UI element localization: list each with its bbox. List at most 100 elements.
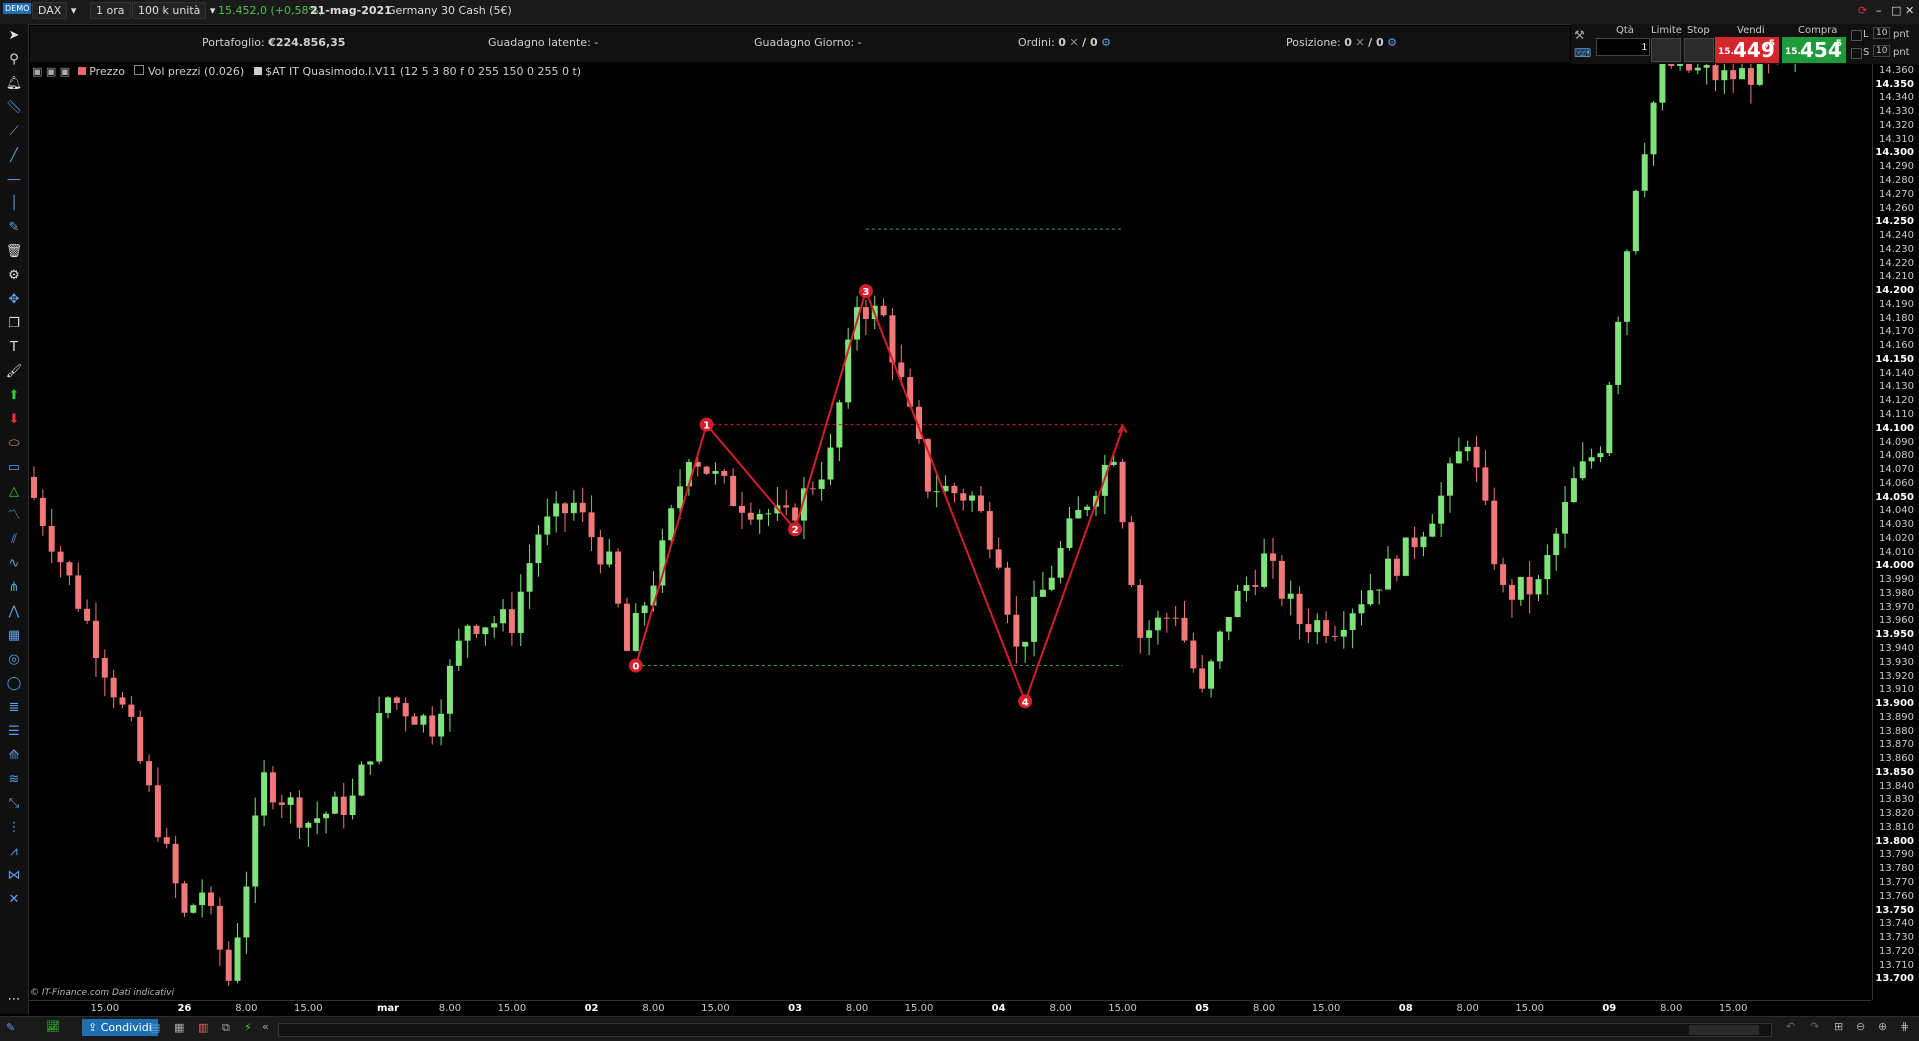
pattern-icon[interactable]: ⩘	[5, 844, 23, 860]
candle-body	[163, 837, 170, 844]
quasimodo-pattern-line[interactable]	[634, 288, 1124, 705]
redo-icon[interactable]: ↷	[1810, 1020, 1819, 1033]
position-info[interactable]: Posizione: 0 ✕ / 0 ⚙	[1286, 36, 1397, 49]
fan-icon[interactable]: ⋀	[5, 604, 23, 620]
candle-body	[1694, 67, 1701, 71]
tools-icon[interactable]: ⚒	[1574, 28, 1585, 42]
zoom-fit-icon[interactable]: ⊞	[1834, 1020, 1843, 1033]
brush-icon[interactable]: 🖌︎	[5, 364, 23, 380]
qty-input[interactable]	[1596, 38, 1650, 56]
chart-type-icon[interactable]: 📈︎	[46, 1020, 60, 1033]
pencil-icon[interactable]: ✎	[5, 220, 23, 236]
zoom-icon[interactable]: ⚲	[5, 52, 23, 68]
s-unit: pnt	[1893, 47, 1910, 58]
xabcd-icon[interactable]: ✕	[5, 892, 23, 908]
maximize-icon[interactable]: □	[1891, 4, 1901, 17]
fib-extension-icon[interactable]: ☰	[5, 724, 23, 740]
spiral-icon[interactable]: ◎	[5, 652, 23, 668]
legend-volume[interactable]: Vol prezzi (0.026)	[148, 65, 244, 78]
scroll-left-icon[interactable]: «	[262, 1020, 269, 1033]
time-tick: 8.00	[642, 1003, 665, 1014]
rectangle-icon[interactable]: ▭	[5, 460, 23, 476]
candle-body	[278, 802, 285, 805]
scrollbar-thumb[interactable]	[1689, 1025, 1759, 1035]
line-icon[interactable]: ╱	[5, 148, 23, 164]
legend-indicator[interactable]: $AT IT Quasimodo.I.V11 (12 5 3 80 f 0 25…	[265, 65, 581, 78]
legend-price[interactable]: Prezzo	[89, 65, 125, 78]
s-checkbox[interactable]	[1851, 48, 1862, 59]
price-chart[interactable]: 0 1 2 3 4	[29, 35, 1871, 1000]
box-icon[interactable]: ▦	[5, 628, 23, 644]
pitchfork-icon[interactable]: ⋔	[5, 580, 23, 596]
alert-bell-icon[interactable]: 🔔︎	[5, 76, 23, 92]
move-icon[interactable]: ✥	[5, 292, 23, 308]
more-tools-icon[interactable]: ⋯	[5, 992, 23, 1008]
text-icon[interactable]: T	[5, 340, 23, 356]
fibonacci-icon[interactable]: ≣	[5, 700, 23, 716]
chart-canvas[interactable]: 0 1 2 3 4	[29, 35, 1871, 1000]
circle-icon[interactable]: ◯	[5, 676, 23, 692]
sync-icon[interactable]: ⟳	[1858, 4, 1867, 17]
minimize-icon[interactable]: –	[1876, 4, 1882, 17]
draw-menu-icon[interactable]: ✎	[6, 1021, 15, 1034]
settings-icon[interactable]: ⚙	[5, 268, 23, 284]
arrow-down-icon[interactable]: ⬇	[5, 412, 23, 428]
window-icon[interactable]: ⧉	[222, 1021, 230, 1035]
l-value[interactable]: 10	[1873, 27, 1891, 39]
s-value[interactable]: 10	[1873, 45, 1891, 57]
zoom-in-icon[interactable]: ⊕	[1878, 1020, 1887, 1033]
time-scrollbar[interactable]	[278, 1023, 1772, 1037]
horizontal-line-icon[interactable]: ―	[5, 172, 23, 188]
candle-body	[376, 712, 383, 762]
limit-button[interactable]	[1651, 38, 1681, 62]
share-button[interactable]: ⇪ Condividi	[82, 1019, 158, 1036]
cycles-icon[interactable]: ⋮	[5, 820, 23, 836]
time-axis[interactable]: 15.00 26 8.00 15.00 mar 8.00 15.00 02 8.00 15.00 0…	[29, 1000, 1871, 1017]
zoom-out-icon[interactable]: ⊖	[1856, 1020, 1865, 1033]
instrument-select[interactable]: DAX ▾	[32, 2, 76, 19]
legend-controls[interactable]: ▣ ▣ ▣	[32, 65, 70, 78]
orders-info[interactable]: Ordini: 0 ✕ / 0 ⚙	[1018, 36, 1111, 49]
regression-icon[interactable]: ≋	[5, 772, 23, 788]
buy-button[interactable]: 15. 454,5	[1782, 37, 1846, 63]
candle-body	[553, 503, 560, 517]
candle-body	[1075, 509, 1082, 519]
candle-body	[756, 513, 763, 520]
ellipse-icon[interactable]: ⬭	[5, 436, 23, 452]
close-icon[interactable]: ✕	[1905, 4, 1914, 17]
stop-button[interactable]	[1684, 38, 1714, 62]
keyboard-icon[interactable]: ⌨	[1574, 46, 1591, 60]
arrow-up-icon[interactable]: ⬆	[5, 388, 23, 404]
trash-icon[interactable]: 🗑︎	[5, 244, 23, 260]
candle-body	[438, 713, 445, 737]
sell-button[interactable]: 15. 449,5	[1715, 37, 1779, 63]
units-select[interactable]: 100 k unità ▾	[132, 2, 215, 19]
candle-body	[92, 620, 99, 659]
channel-icon[interactable]: ⫽	[5, 532, 23, 548]
candle-body	[331, 796, 338, 814]
indicator-icon[interactable]: ⚡	[244, 1021, 252, 1034]
layout-icon[interactable]: ▤	[150, 1021, 160, 1034]
time-tick: 8.00	[1660, 1003, 1683, 1014]
candle-body	[1606, 384, 1613, 454]
polyline-icon[interactable]: 〽	[5, 508, 23, 524]
gann-icon[interactable]: ⟰	[5, 748, 23, 764]
title-bar: DEMO DAX ▾ 1 ora ▾ 100 k unità ▾ 15.452,…	[0, 0, 1919, 25]
grid-icon[interactable]: ⋕	[1900, 1020, 1909, 1033]
segment-icon[interactable]: ⟋	[5, 124, 23, 140]
price-tick: 13.920	[1879, 670, 1914, 682]
chart-settings-icon[interactable]: ▥	[198, 1021, 208, 1034]
l-checkbox[interactable]	[1851, 30, 1862, 41]
ruler-icon[interactable]: 📏︎	[5, 100, 23, 116]
triangle-icon[interactable]: △	[5, 484, 23, 500]
wave-icon[interactable]: ∿	[5, 556, 23, 572]
vertical-line-icon[interactable]: │	[5, 196, 23, 212]
cursor-icon[interactable]: ➤	[5, 28, 23, 44]
price-tick: 14.330	[1879, 106, 1914, 118]
undo-icon[interactable]: ↶	[1786, 1020, 1795, 1033]
table-icon[interactable]: ▦	[174, 1021, 184, 1034]
zigzag-icon[interactable]: ⋈	[5, 868, 23, 884]
copy-icon[interactable]: ❐	[5, 316, 23, 332]
measure-icon[interactable]: ⤡	[5, 796, 23, 812]
price-axis[interactable]: 14.360 14.350 14.340 14.330 14.320 14.310 14.3…	[1872, 64, 1919, 1000]
